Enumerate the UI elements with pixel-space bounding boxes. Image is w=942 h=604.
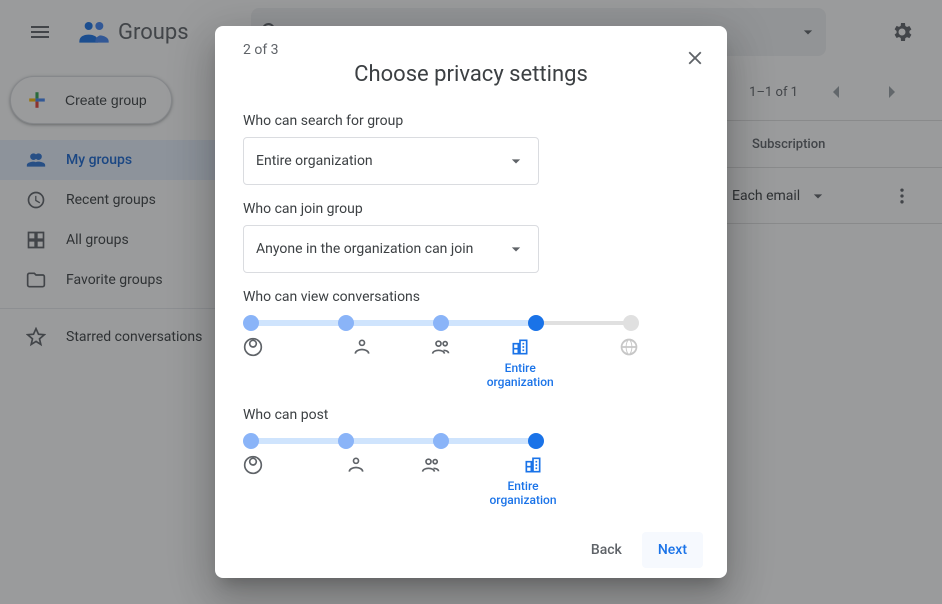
app-root: Groups My groups Search my groups Create… (0, 0, 942, 604)
domain-icon (510, 337, 530, 357)
post-slider[interactable] (243, 433, 543, 449)
person-icon (346, 455, 366, 475)
view-slider[interactable] (243, 315, 639, 331)
chevron-down-icon (506, 151, 526, 171)
field-label-view: Who can view conversations (243, 289, 667, 305)
search-visibility-select[interactable]: Entire organization (243, 137, 539, 185)
modal-scrim[interactable]: 2 of 3 Choose privacy settings Who can s… (0, 0, 942, 604)
people-icon (421, 455, 441, 475)
view-slider-caption: Entire organization (481, 361, 560, 389)
next-button[interactable]: Next (642, 532, 703, 568)
owners-icon (243, 337, 263, 357)
join-value: Anyone in the organization can join (256, 241, 473, 257)
dialog-content: Who can search for group Entire organiza… (215, 103, 727, 522)
person-icon (352, 337, 372, 357)
field-label-search: Who can search for group (243, 113, 667, 129)
post-slider-caption: Entire organization (483, 479, 563, 507)
back-button[interactable]: Back (575, 532, 638, 568)
people-icon (431, 337, 451, 357)
chevron-down-icon (506, 239, 526, 259)
field-label-join: Who can join group (243, 201, 667, 217)
step-indicator: 2 of 3 (243, 42, 279, 58)
globe-icon (619, 337, 639, 357)
back-label: Back (591, 542, 622, 558)
next-label: Next (658, 542, 687, 558)
owners-icon (243, 455, 263, 475)
dialog-title: Choose privacy settings (215, 62, 727, 87)
privacy-settings-dialog: 2 of 3 Choose privacy settings Who can s… (215, 26, 727, 578)
join-select[interactable]: Anyone in the organization can join (243, 225, 539, 273)
post-slider-selected-stop: Entire organization (468, 455, 543, 507)
dialog-footer: Back Next (215, 522, 727, 578)
field-label-post: Who can post (243, 407, 667, 423)
domain-icon (523, 455, 543, 475)
search-visibility-value: Entire organization (256, 153, 373, 169)
view-slider-selected-stop: Entire organization (481, 337, 560, 389)
